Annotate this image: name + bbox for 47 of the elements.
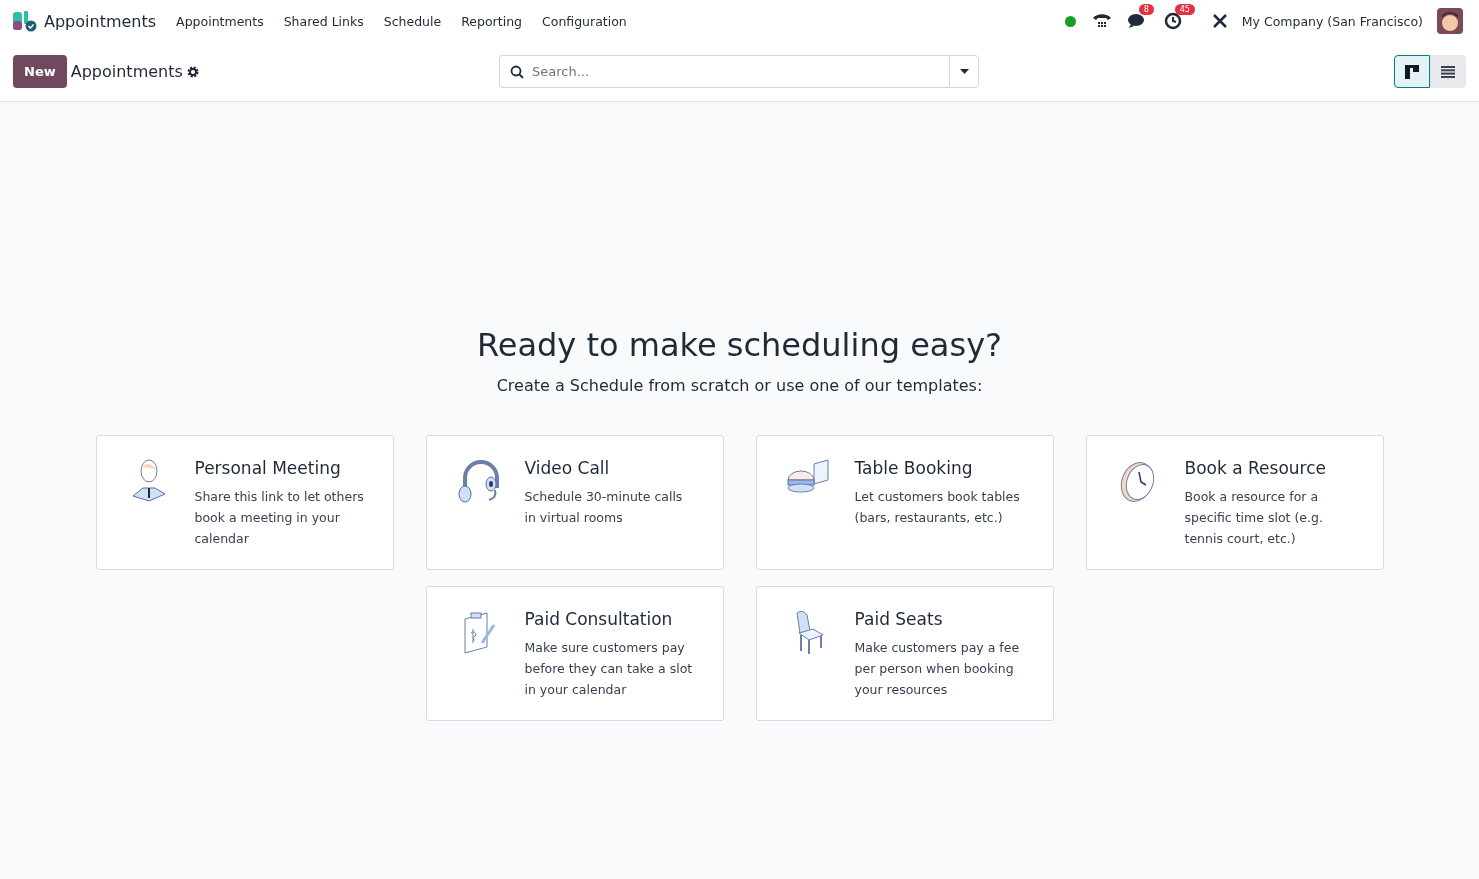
company-switcher[interactable]: My Company (San Francisco) xyxy=(1241,13,1423,29)
list-icon xyxy=(1441,65,1455,78)
search-field[interactable]: Search... xyxy=(499,55,949,88)
message-count-badge: 8 xyxy=(1138,4,1154,15)
template-description: Schedule 30-minute calls in virtual rooms xyxy=(524,488,684,527)
template-title: Book a Resource xyxy=(1184,458,1327,478)
template-description: Book a resource for a specific time slot (e.g. tennis court, etc.) xyxy=(1184,488,1324,548)
template-title: Paid Consultation xyxy=(524,609,674,629)
template-description: Make customers pay a fee per person when booking your resources xyxy=(854,639,1021,699)
activity-count-badge: 45 xyxy=(1174,4,1195,15)
clock-icon[interactable] xyxy=(1163,12,1182,30)
template-card[interactable]: Personal Meeting Share this link to let others book a meeting in your calendar xyxy=(95,435,394,570)
menu-item[interactable]: Reporting xyxy=(451,13,532,29)
template-card[interactable]: Paid Seats Make customers pay a fee per person when booking your resources xyxy=(755,586,1054,721)
new-button[interactable]: New xyxy=(13,55,67,88)
list-view-button[interactable] xyxy=(1430,55,1466,88)
template-title: Personal Meeting xyxy=(194,458,342,478)
kanban-icon xyxy=(1405,64,1419,79)
gear-icon[interactable] xyxy=(186,65,199,78)
template-title: Table Booking xyxy=(854,458,974,478)
menu-item[interactable]: Schedule xyxy=(373,13,452,29)
app-name[interactable]: Appointments xyxy=(44,11,157,31)
caret-icon xyxy=(959,69,969,74)
template-title: Paid Seats xyxy=(854,609,944,629)
template-card[interactable]: Table Booking Let customers book tables (bars, restaurants, etc.) xyxy=(755,435,1054,570)
menu-item[interactable]: Shared Links xyxy=(273,13,374,29)
person-icon xyxy=(130,458,167,502)
helper-title: Ready to make scheduling easy? xyxy=(476,326,1003,364)
template-card[interactable]: Book a Resource Book a resource for a specific time slot (e.g. tennis court, etc.) xyxy=(1085,435,1384,570)
search-options-button[interactable] xyxy=(949,55,979,88)
status-dot-icon xyxy=(1064,15,1076,27)
avatar-icon[interactable] xyxy=(1437,8,1463,34)
template-description: Let customers book tables (bars, restaurants, etc.) xyxy=(854,488,1021,527)
kanban-view-button[interactable] xyxy=(1394,55,1430,88)
template-title: Video Call xyxy=(524,458,611,478)
burger-and-fries-icon xyxy=(785,458,832,494)
phone-icon[interactable] xyxy=(1091,12,1112,30)
template-description: Make sure customers pay before they can take a slot in your calendar xyxy=(524,639,694,699)
helper-subtitle: Create a Schedule from scratch or use one of our templates: xyxy=(496,376,983,395)
menu-item[interactable]: Configuration xyxy=(532,13,637,29)
menu-item[interactable]: Appointments xyxy=(166,13,274,29)
template-description: Share this link to let others book a meeting in your calendar xyxy=(194,488,365,548)
breadcrumb: Appointments xyxy=(70,62,183,81)
template-card[interactable]: Paid Consultation Make sure customers pay before they can take a slot in your calendar xyxy=(425,586,724,721)
app-logo-icon[interactable] xyxy=(12,10,38,32)
headset-icon xyxy=(456,458,501,506)
template-card[interactable]: Video Call Schedule 30-minute calls in virtual rooms xyxy=(425,435,724,570)
